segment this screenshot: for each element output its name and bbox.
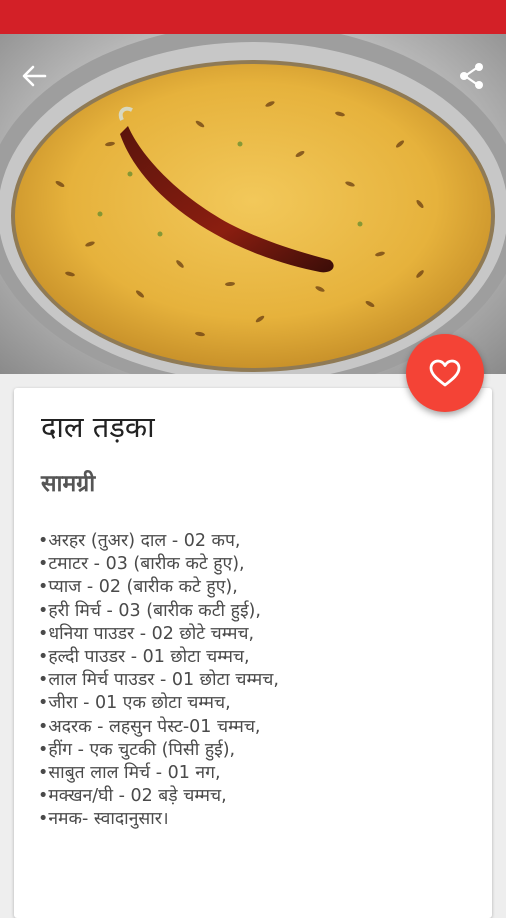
ingredient-item: अदरक - लहसुन पेस्ट-01 चम्मच,: [38, 716, 478, 739]
ingredient-item: हींग - एक चुटकी (पिसी हुई),: [38, 739, 478, 762]
status-bar: [0, 0, 506, 34]
dal-tadka-photo: [0, 34, 506, 374]
share-button[interactable]: [452, 56, 492, 96]
ingredients-heading: सामग्री: [41, 471, 96, 497]
back-button[interactable]: [14, 58, 54, 94]
ingredient-item: टमाटर - 03 (बारीक कटे हुए),: [38, 553, 478, 576]
ingredient-item: मक्खन/घी - 02 बड़े चम्मच,: [38, 785, 478, 808]
ingredient-item: धनिया पाउडर - 02 छोटे चम्मच,: [38, 623, 478, 646]
ingredient-item: अरहर (तुअर) दाल - 02 कप,: [38, 530, 478, 553]
ingredient-item: साबुत लाल मिर्च - 01 नग,: [38, 762, 478, 785]
ingredient-item: नमक- स्वादानुसार।: [38, 808, 478, 831]
ingredient-item: जीरा - 01 एक छोटा चम्मच,: [38, 692, 478, 715]
ingredient-item: हरी मिर्च - 03 (बारीक कटी हुई),: [38, 600, 478, 623]
ingredient-item: लाल मिर्च पाउडर - 01 छोटा चम्मच,: [38, 669, 478, 692]
share-icon: [460, 63, 483, 89]
heart-outline-icon: [429, 359, 461, 387]
arrow-left-icon: [22, 65, 47, 87]
ingredients-list: अरहर (तुअर) दाल - 02 कप, टमाटर - 03 (बार…: [38, 530, 478, 832]
ingredient-item: प्याज - 02 (बारीक कटे हुए),: [38, 576, 478, 599]
recipe-title: दाल तड़का: [41, 410, 155, 444]
recipe-card: दाल तड़का सामग्री अरहर (तुअर) दाल - 02 क…: [14, 388, 492, 918]
favorite-button[interactable]: [406, 334, 484, 412]
recipe-hero-image: [0, 34, 506, 374]
ingredient-item: हल्दी पाउडर - 01 छोटा चम्मच,: [38, 646, 478, 669]
